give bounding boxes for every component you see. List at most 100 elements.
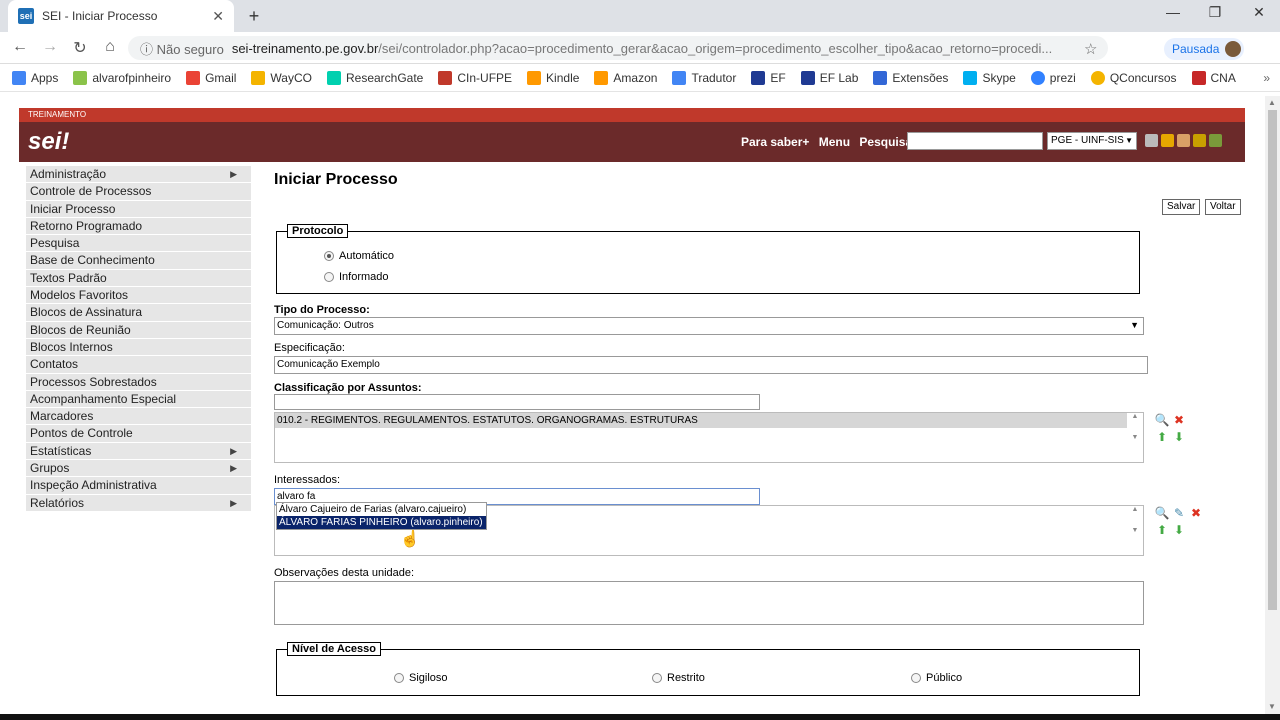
sidebar-item[interactable]: Contatos xyxy=(26,356,251,374)
bookmark-item[interactable]: CIn-UFPE xyxy=(438,70,512,85)
bookmark-item[interactable]: Gmail xyxy=(186,70,236,85)
sidebar-item[interactable]: Pesquisa xyxy=(26,235,251,253)
bookmark-item[interactable]: ResearchGate xyxy=(326,70,423,85)
restore-icon[interactable]: ❐ xyxy=(1202,4,1228,21)
bookmark-item[interactable]: Tradutor xyxy=(672,70,736,85)
sidebar-item[interactable]: Estatísticas ▶ xyxy=(26,442,251,461)
move-up-icon[interactable]: ⬆ xyxy=(1154,522,1170,538)
sidebar-item[interactable]: Acompanhamento Especial xyxy=(26,390,251,409)
bookmark-item[interactable]: QConcursos xyxy=(1090,70,1177,85)
sidebar-item[interactable]: Relatórios ▶ xyxy=(26,494,251,512)
bookmark-item[interactable]: Extensões xyxy=(873,70,948,85)
radio-automatico[interactable]: Automático xyxy=(324,250,394,262)
classificacao-list[interactable]: 010.2 - REGIMENTOS. REGULAMENTOS. ESTATU… xyxy=(274,412,1144,463)
minimize-icon[interactable]: — xyxy=(1160,4,1186,20)
sidebar-item[interactable]: Modelos Favoritos xyxy=(26,287,251,305)
scrollbar-thumb[interactable] xyxy=(1268,110,1277,610)
bookmark-item[interactable]: Kindle xyxy=(527,70,579,85)
sidebar-item[interactable]: Controle de Processos xyxy=(26,183,251,201)
sidebar-item[interactable]: Blocos de Reunião xyxy=(26,321,251,339)
forward-icon[interactable]: → xyxy=(40,38,60,56)
move-down-icon[interactable]: ⬇ xyxy=(1171,522,1187,538)
save-button[interactable]: Salvar xyxy=(1162,199,1201,215)
radio-restrito[interactable]: Restrito xyxy=(652,672,705,684)
close-tab-icon[interactable]: ✕ xyxy=(212,8,224,25)
bookmark-star-icon[interactable]: ☆ xyxy=(1084,40,1097,58)
sidebar-item[interactable]: Pontos de Controle xyxy=(26,425,251,443)
wrench-icon[interactable] xyxy=(1193,134,1206,147)
remove-icon[interactable]: ✖ xyxy=(1188,505,1204,521)
sidebar-item[interactable]: Iniciar Processo xyxy=(26,200,251,218)
close-window-icon[interactable]: ✕ xyxy=(1246,4,1272,21)
bookmark-item[interactable]: Amazon xyxy=(594,70,657,85)
radio-publico[interactable]: Público xyxy=(911,672,962,684)
radio-informado[interactable]: Informado xyxy=(324,271,389,283)
notes-icon[interactable] xyxy=(1161,134,1174,147)
list-icon[interactable] xyxy=(1145,134,1158,147)
scroll-down-icon[interactable]: ▼ xyxy=(1268,702,1276,711)
bookmark-item[interactable]: WayCO xyxy=(251,70,312,85)
remove-icon[interactable]: ✖ xyxy=(1171,412,1187,428)
amazon-icon xyxy=(594,70,609,85)
search-input[interactable] xyxy=(907,132,1043,150)
browser-tab[interactable]: sei SEI - Iniciar Processo ✕ xyxy=(8,0,234,32)
sidebar-item-label: Base de Conhecimento xyxy=(30,253,155,268)
move-down-icon[interactable]: ⬇ xyxy=(1171,429,1187,445)
sidebar-item[interactable]: Textos Padrão xyxy=(26,269,251,288)
sidebar-item-label: Processos Sobrestados xyxy=(30,374,157,389)
sidebar-item-label: Modelos Favoritos xyxy=(30,288,129,303)
bookmark-item[interactable]: alvarofpinheiro xyxy=(73,70,171,85)
edit-icon[interactable]: ✎ xyxy=(1171,505,1187,521)
autocomplete-option-highlighted[interactable]: ÁLVARO FARIAS PINHEIRO (alvaro.pinheiro) xyxy=(277,516,486,529)
list-item[interactable]: 010.2 - REGIMENTOS. REGULAMENTOS. ESTATU… xyxy=(275,413,1127,428)
new-tab-button[interactable]: + xyxy=(244,6,264,26)
para-saber-link[interactable]: Para saber+ xyxy=(741,135,809,149)
more-bookmarks-icon[interactable]: » xyxy=(1263,71,1270,85)
bookmark-item[interactable]: EF xyxy=(751,70,786,85)
sei-logo[interactable]: sei! xyxy=(28,128,69,156)
menu-link[interactable]: Menu xyxy=(819,135,850,149)
bookmark-apps[interactable]: Apps xyxy=(12,70,58,85)
autocomplete-option[interactable]: Álvaro Cajueiro de Farias (alvaro.cajuei… xyxy=(277,503,486,516)
sidebar-item[interactable]: Base de Conhecimento xyxy=(26,252,251,270)
back-button[interactable]: Voltar xyxy=(1205,199,1241,215)
classificacao-input[interactable] xyxy=(274,394,760,410)
profile-button[interactable]: Pausada xyxy=(1164,38,1244,60)
sidebar-item[interactable]: Grupos ▶ xyxy=(26,460,251,478)
bookmark-item[interactable]: EF Lab xyxy=(800,70,858,85)
scroll-up-icon[interactable]: ▲ xyxy=(1268,98,1276,107)
move-up-icon[interactable]: ⬆ xyxy=(1154,429,1170,445)
taskbar-edge xyxy=(0,714,1280,720)
bookmark-item[interactable]: CNA xyxy=(1191,70,1236,85)
sidebar-item[interactable]: Processos Sobrestados xyxy=(26,373,251,391)
list-scrollbar[interactable]: ▲ ▼ xyxy=(1127,413,1143,462)
bookmark-item[interactable]: prezi xyxy=(1030,70,1076,85)
search-icon[interactable]: 🔍 xyxy=(1154,505,1170,521)
sidebar-item-label: Controle de Processos xyxy=(30,184,152,199)
page-scrollbar[interactable]: ▲ ▼ xyxy=(1265,96,1280,716)
sidebar-item[interactable]: Retorno Programado xyxy=(26,217,251,236)
especificacao-input[interactable]: Comunicação Exemplo xyxy=(274,356,1148,374)
sidebar-item[interactable]: Blocos Internos xyxy=(26,338,251,357)
back-icon[interactable]: ← xyxy=(10,38,30,56)
radio-icon xyxy=(394,673,404,683)
security-indicator[interactable]: ⓘ Não seguro xyxy=(140,39,224,58)
unit-select[interactable]: PGE - UINF-SIS ▼ xyxy=(1047,132,1137,150)
observacoes-textarea[interactable] xyxy=(274,581,1144,625)
list-scrollbar[interactable]: ▲ ▼ xyxy=(1127,506,1143,555)
tipo-select[interactable]: Comunicação: Outros ▼ xyxy=(274,317,1144,335)
sidebar-item[interactable]: Blocos de Assinatura xyxy=(26,304,251,322)
exit-icon[interactable] xyxy=(1209,134,1222,147)
address-bar[interactable]: ⓘ Não seguro sei-treinamento.pe.gov.br /… xyxy=(128,36,1108,60)
home-icon[interactable]: ⌂ xyxy=(100,38,120,56)
sidebar-item[interactable]: Inspeção Administrativa xyxy=(26,477,251,495)
reload-icon[interactable]: ↻ xyxy=(70,38,90,58)
pesquisa-link[interactable]: Pesquisa xyxy=(859,135,912,149)
user-icon[interactable] xyxy=(1177,134,1190,147)
search-icon[interactable]: 🔍 xyxy=(1154,412,1170,428)
radio-sigiloso[interactable]: Sigiloso xyxy=(394,672,448,684)
address-toolbar: ← → ↻ ⌂ ⓘ Não seguro sei-treinamento.pe.… xyxy=(0,32,1280,64)
bookmark-item[interactable]: Skype xyxy=(963,70,1016,85)
sidebar-item[interactable]: Administração ▶ xyxy=(26,166,251,184)
sidebar-item[interactable]: Marcadores xyxy=(26,408,251,426)
